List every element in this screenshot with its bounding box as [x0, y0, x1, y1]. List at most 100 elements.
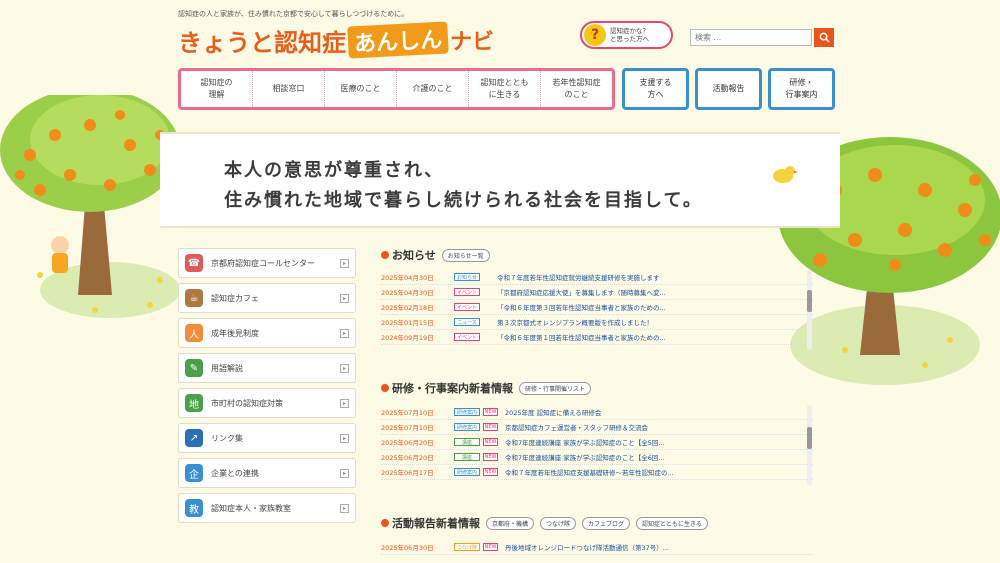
site-logo[interactable]: きょうと認知症 あんしん ナビ — [178, 21, 494, 59]
row-title-link[interactable]: 丹後地域オレンジロードつなげ隊活動通信（第37号）... — [505, 542, 669, 552]
news-row[interactable]: 2025年01月15日 ニュース 第３次京都式オレンジプラン概要版を作成しました！ — [381, 315, 813, 330]
search-input[interactable] — [690, 29, 812, 46]
reports-section-title: 活動報告新着情報 京都府・機構 つなげ隊 カフェブログ 認知症とともに生きる — [381, 515, 708, 531]
reports-title: 活動報告新着情報 — [392, 517, 480, 530]
side-link-label: 企業との連携 — [211, 468, 259, 478]
row-title-link[interactable]: 令和7年度連続講座 家族が学ぶ認知症のこと【全5回... — [505, 437, 665, 447]
dementia-help-button[interactable]: ? 認知症かな？ と思った方へ — [580, 21, 673, 49]
news-row[interactable]: 2025年06月20日 講座 NEW 令和7年度連続講座 家族が学ぶ認知症のこと【全5… — [381, 435, 813, 450]
reports-list: 2025年06月30日 つなげ隊 NEW 丹後地域オレンジロードつなげ隊活動通信（第3… — [381, 540, 813, 555]
banner-line-1: 本人の意思が尊重され、 — [224, 160, 445, 181]
news-row[interactable]: 2025年06月20日 講座 NEW 令和7年度連続講座 家族が学ぶ認知症のこと【全6… — [381, 450, 813, 465]
search-icon — [819, 32, 830, 43]
row-category-tag: ニュース — [454, 318, 480, 326]
report-filter-button[interactable]: カフェブログ — [582, 516, 631, 530]
new-badge: NEW — [483, 543, 498, 551]
news-list-button[interactable]: お知らせ一覧 — [441, 248, 490, 262]
row-date: 2025年06月20日 — [381, 439, 434, 447]
arrow-icon: ▸ — [340, 504, 349, 513]
row-title-link[interactable]: 令和７年度若年性認知症支援基礎研修～若年性認知症の... — [505, 467, 674, 477]
side-link-item[interactable]: 企企業との連携 ▸ — [178, 458, 356, 488]
logo-highlight-text: あんしん — [347, 21, 449, 59]
hero-banner: 本人の意思が尊重され、 住み慣れた地域で暮らし続けられる社会を目指して。 — [160, 132, 840, 228]
arrow-icon: ▸ — [340, 294, 349, 303]
news-row[interactable]: 2025年02月18日 イベント 「令和６年度第３回若年性認知症当事者と家族のための… — [381, 300, 813, 315]
row-title-link[interactable]: 令和7年度連続講座 家族が学ぶ認知症のこと【全6回... — [505, 452, 665, 462]
side-link-icon: 教 — [185, 499, 203, 517]
side-link-item[interactable]: 人成年後見制度 ▸ — [178, 318, 356, 348]
arrow-icon: ▸ — [340, 259, 349, 268]
row-title-link[interactable]: 「令和６年度第１回若年性認知症当事者と家族のための... — [497, 332, 666, 342]
row-category-tag: イベント — [454, 333, 480, 341]
news-scroll-thumb[interactable] — [807, 290, 812, 312]
row-title-link[interactable]: 「京都府認知症応援大使」を募集します（随時募集へ変... — [497, 287, 666, 297]
row-category-tag: イベント — [454, 303, 480, 311]
nav-item-consultation[interactable]: 相談窓口 — [253, 71, 325, 107]
side-link-icon: ✎ — [185, 359, 203, 377]
row-title-link[interactable]: 2025年度 認知症に備える研修会 — [505, 407, 601, 417]
side-link-item[interactable]: ☕ 認知症カフェ ▸ — [178, 283, 356, 313]
side-link-item[interactable]: ✎ 用語解説 ▸ — [178, 353, 356, 383]
row-category-tag: つなげ隊 — [454, 543, 480, 551]
arrow-icon: ▸ — [340, 469, 349, 478]
side-link-icon: 人 — [185, 324, 203, 342]
news-row[interactable]: 2025年06月30日 つなげ隊 NEW 丹後地域オレンジロードつなげ隊活動通信（第3… — [381, 540, 813, 555]
news-row[interactable]: 2024年09月19日 イベント 「令和６年度第１回若年性認知症当事者と家族のための… — [381, 330, 813, 345]
events-section-title: 研修・行事案内新着情報 研修・行事開催リスト — [381, 380, 592, 396]
side-link-icon: 企 — [185, 464, 203, 482]
side-link-item[interactable]: ↗ リンク集 ▸ — [178, 423, 356, 453]
row-date: 2025年06月30日 — [381, 544, 434, 552]
row-date: 2025年06月17日 — [381, 469, 434, 477]
row-category-tag: 講座 — [454, 438, 480, 446]
nav-item-understanding[interactable]: 認知症の 理解 — [181, 71, 253, 107]
row-date: 2025年07月10日 — [381, 409, 434, 417]
side-link-item[interactable]: ☎ 京都府認知症コールセンター ▸ — [178, 248, 356, 278]
events-scrollbar[interactable] — [807, 405, 812, 485]
orange-icon — [381, 519, 389, 527]
side-link-item[interactable]: 地市町村の認知症対策 ▸ — [178, 388, 356, 418]
events-scroll-thumb[interactable] — [807, 427, 812, 449]
row-title-link[interactable]: 第３次京都式オレンジプラン概要版を作成しました！ — [497, 317, 653, 327]
report-filter-button[interactable]: つなげ隊 — [540, 516, 577, 530]
side-link-label: 成年後見制度 — [211, 328, 259, 338]
row-date: 2025年07月10日 — [381, 424, 434, 432]
row-title-link[interactable]: 「令和６年度第３回若年性認知症当事者と家族のための... — [497, 302, 666, 312]
side-link-label: 用語解説 — [211, 363, 243, 373]
nav-item-care[interactable]: 介護のこと — [397, 71, 469, 107]
row-date: 2025年04月30日 — [381, 274, 434, 282]
nav-item-training-events[interactable]: 研修・ 行事案内 — [768, 68, 835, 110]
row-title-link[interactable]: 令和７年度若年性認知症就労継続支援研修を実施します — [497, 272, 660, 282]
side-link-icon: ↗ — [185, 429, 203, 447]
new-badge: NEW — [483, 453, 498, 461]
nav-item-young-onset[interactable]: 若年性認知症 のこと — [541, 71, 612, 107]
report-filter-button[interactable]: 認知症とともに生きる — [636, 516, 708, 530]
nav-item-activity-reports[interactable]: 活動報告 — [695, 68, 762, 110]
side-link-icon: ☎ — [185, 254, 203, 272]
arrow-icon: ▸ — [340, 434, 349, 443]
row-title-link[interactable]: 京都認知症カフェ運営者・スタッフ研修＆交流会 — [505, 422, 648, 432]
side-link-item[interactable]: 教認知症本人・家族教室 ▸ — [178, 493, 356, 523]
news-row[interactable]: 2025年06月17日 研修案内 NEW 令和７年度若年性認知症支援基礎研修～若年性認… — [381, 465, 813, 480]
events-list-button[interactable]: 研修・行事開催リスト — [519, 381, 592, 395]
nav-item-medical[interactable]: 医療のこと — [325, 71, 397, 107]
search-button[interactable] — [814, 28, 834, 47]
row-date: 2025年01月15日 — [381, 319, 434, 327]
side-link-label: 市町村の認知症対策 — [211, 398, 283, 408]
nav-item-supporters[interactable]: 支援する 方へ — [622, 68, 689, 110]
nav-item-living-with[interactable]: 認知症ととも に生きる — [469, 71, 541, 107]
news-row[interactable]: 2025年07月10日 研修案内 NEW 2025年度 認知症に備える研修会 — [381, 405, 813, 420]
left-tree-illustration — [0, 95, 180, 318]
new-badge: NEW — [483, 438, 498, 446]
row-date: 2025年06月20日 — [381, 454, 434, 462]
row-date: 2025年04月30日 — [381, 289, 434, 297]
news-row[interactable]: 2025年04月30日 お知らせ 令和７年度若年性認知症就労継続支援研修を実施します — [381, 270, 813, 285]
report-filter-button[interactable]: 京都府・機構 — [486, 516, 535, 530]
news-scrollbar[interactable] — [807, 270, 812, 350]
news-title: お知らせ — [392, 249, 436, 262]
side-link-label: 認知症本人・家族教室 — [211, 503, 291, 513]
row-category-tag: 研修案内 — [454, 468, 480, 476]
news-row[interactable]: 2025年04月30日 イベント 「京都府認知症応援大使」を募集します（随時募集へ変… — [381, 285, 813, 300]
events-list: 2025年07月10日 研修案内 NEW 2025年度 認知症に備える研修会 2025年… — [381, 405, 813, 480]
new-badge: NEW — [483, 423, 498, 431]
news-row[interactable]: 2025年07月10日 研修案内 NEW 京都認知症カフェ運営者・スタッフ研修＆交流会 — [381, 420, 813, 435]
